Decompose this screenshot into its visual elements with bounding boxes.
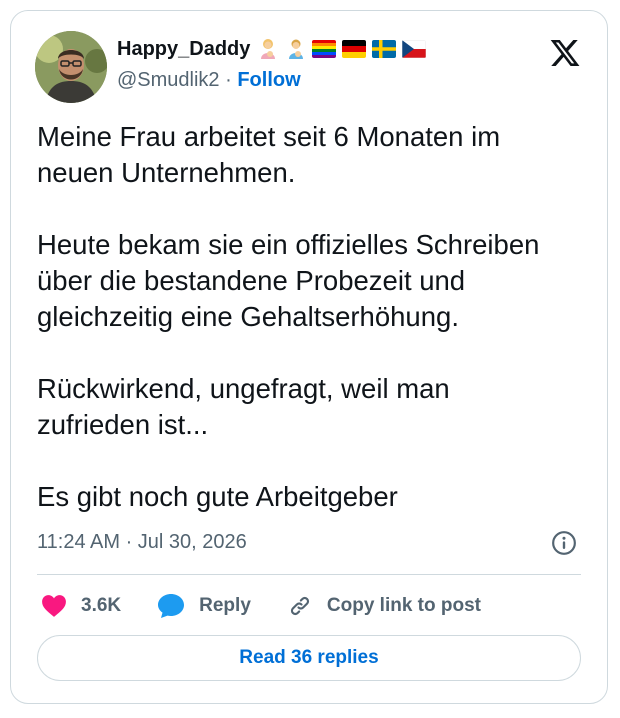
reply-button[interactable]: Reply — [157, 593, 251, 619]
author-handle-row: @Smudlik2 · Follow — [117, 69, 301, 92]
tweet-paragraph: Es gibt noch gute Arbeitgeber — [37, 481, 398, 512]
info-icon[interactable] — [551, 530, 577, 556]
author-display-name[interactable]: Happy_Daddy — [117, 38, 250, 61]
action-bar: 3.6K Reply Copy link to post — [41, 589, 517, 623]
author-name-row: Happy_Daddy — [117, 35, 427, 63]
link-icon — [290, 596, 309, 616]
follow-button[interactable]: Follow — [237, 69, 300, 91]
czech-flag-icon — [402, 40, 427, 58]
reply-label: Reply — [199, 595, 251, 616]
tweet-card: Happy_Daddy @Smudlik2 · Follow Meine Fra… — [10, 10, 608, 704]
heart-icon — [42, 595, 66, 617]
rainbow-flag-icon — [312, 40, 337, 58]
tweet-text: Meine Frau arbeitet seit 6 Monaten im ne… — [37, 119, 597, 515]
x-logo-icon[interactable] — [549, 37, 581, 69]
sweden-flag-icon — [372, 40, 397, 58]
copy-link-button[interactable]: Copy link to post — [287, 593, 481, 619]
germany-flag-icon — [342, 40, 367, 58]
like-count: 3.6K — [81, 595, 122, 616]
read-replies-button[interactable]: Read 36 replies — [37, 635, 581, 681]
divider — [37, 574, 581, 575]
avatar[interactable] — [35, 31, 107, 103]
like-button[interactable]: 3.6K — [41, 594, 121, 618]
read-replies-label: Read 36 replies — [239, 647, 379, 668]
author-handle[interactable]: @Smudlik2 — [117, 69, 220, 91]
tweet-paragraph: Meine Frau arbeitet seit 6 Monaten im ne… — [37, 121, 501, 188]
tweet-paragraph: Heute bekam sie ein offizielles Schreibe… — [37, 229, 540, 332]
speech-bubble-icon — [158, 594, 185, 618]
copy-link-label: Copy link to post — [326, 595, 481, 616]
handle-separator: · — [219, 69, 238, 91]
tweet-paragraph: Rückwirkend, ungefragt, weil man zufried… — [37, 373, 450, 440]
man-feeding-baby-icon — [286, 38, 306, 60]
woman-feeding-baby-icon — [258, 38, 278, 60]
tweet-timestamp[interactable]: 11:24 AM · Jul 30, 2026 — [37, 531, 247, 554]
